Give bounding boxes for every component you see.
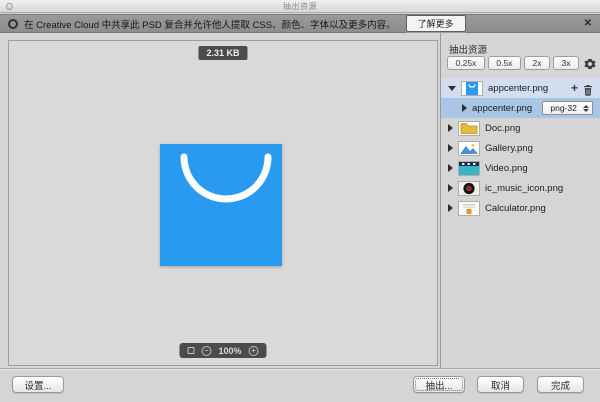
asset-row-appcenter[interactable]: appcenter.png + [441,78,600,98]
asset-name: Doc.png [485,122,521,134]
dropdown-stepper-icon [583,104,589,112]
expand-arrow-icon[interactable] [462,104,467,112]
asset-list: appcenter.png + appcenter.png png-32 Doc… [441,78,600,218]
learn-more-button[interactable]: 了解更多 [405,15,466,32]
zoom-toolbar: − 100% + [179,343,267,358]
zoom-out-icon[interactable]: − [201,345,212,356]
asset-row-doc[interactable]: Doc.png [441,118,600,138]
asset-name: appcenter.png [472,102,533,114]
asset-name: appcenter.png [488,82,549,94]
panel-title: 抽出资源 [449,45,488,56]
settings-button[interactable]: 设置... [12,376,64,393]
title-bar: 抽出资源 [0,0,600,13]
asset-row-music[interactable]: ic_music_icon.png [441,178,600,198]
appcenter-thumbnail-icon [461,80,483,96]
asset-name: ic_music_icon.png [485,182,564,194]
assets-panel: 抽出资源 0.25x 0.5x 2x 3x appcenter.png + ap… [440,33,600,368]
asset-row-video[interactable]: Video.png [441,158,600,178]
asset-name: Video.png [485,162,528,174]
asset-row-gallery[interactable]: Gallery.png [441,138,600,158]
scale-3x-button[interactable]: 3x [553,56,580,70]
expand-arrow-icon[interactable] [448,184,453,192]
asset-row-calculator[interactable]: Calculator.png [441,198,600,218]
done-button[interactable]: 完成 [537,376,584,393]
banner-close-icon[interactable]: ✕ [584,18,592,29]
file-size-badge: 2.31 KB [198,46,248,60]
scale-025x-button[interactable]: 0.25x [447,56,485,70]
banner-text: 在 Creative Cloud 中共享此 PSD 复合并允许他人提取 CSS、… [24,19,396,31]
delete-asset-icon[interactable] [583,83,593,96]
dialog-footer: 设置... 抽出... 取消 完成 [0,368,600,402]
shopping-bag-icon [180,153,272,203]
creative-cloud-banner: 在 Creative Cloud 中共享此 PSD 复合并允许他人提取 CSS、… [0,14,600,33]
scale-button-row: 0.25x 0.5x 2x 3x [447,56,596,70]
doc-thumbnail-icon [458,120,480,136]
gear-icon[interactable] [584,57,596,69]
add-asset-icon[interactable]: + [571,82,578,94]
asset-name: Calculator.png [485,202,546,214]
scale-05x-button[interactable]: 0.5x [487,56,521,70]
expand-arrow-icon[interactable] [448,204,453,212]
asset-preview-image [160,144,282,266]
asset-subrow-appcenter[interactable]: appcenter.png png-32 [441,98,600,118]
asset-name: Gallery.png [485,142,533,154]
format-value: png-32 [550,103,577,113]
preview-canvas: 2.31 KB − 100% + [8,40,438,366]
zoom-in-icon[interactable]: + [248,345,259,356]
scale-2x-button[interactable]: 2x [523,56,550,70]
zoom-level: 100% [218,345,242,356]
creative-cloud-icon [8,18,18,29]
expand-arrow-icon[interactable] [448,164,453,172]
extract-assets-dialog: 抽出资源 在 Creative Cloud 中共享此 PSD 复合并允许他人提取… [0,0,600,402]
gallery-thumbnail-icon [458,140,480,156]
music-thumbnail-icon [458,180,480,196]
extract-button[interactable]: 抽出... [413,376,465,393]
collapse-arrow-icon[interactable] [448,85,456,91]
format-dropdown[interactable]: png-32 [542,101,593,115]
expand-arrow-icon[interactable] [448,124,453,132]
video-thumbnail-icon [458,160,480,176]
calculator-thumbnail-icon [458,200,480,216]
fit-to-view-icon[interactable] [187,347,195,354]
expand-arrow-icon[interactable] [448,144,453,152]
cancel-button[interactable]: 取消 [477,376,524,393]
window-title: 抽出资源 [283,2,317,11]
